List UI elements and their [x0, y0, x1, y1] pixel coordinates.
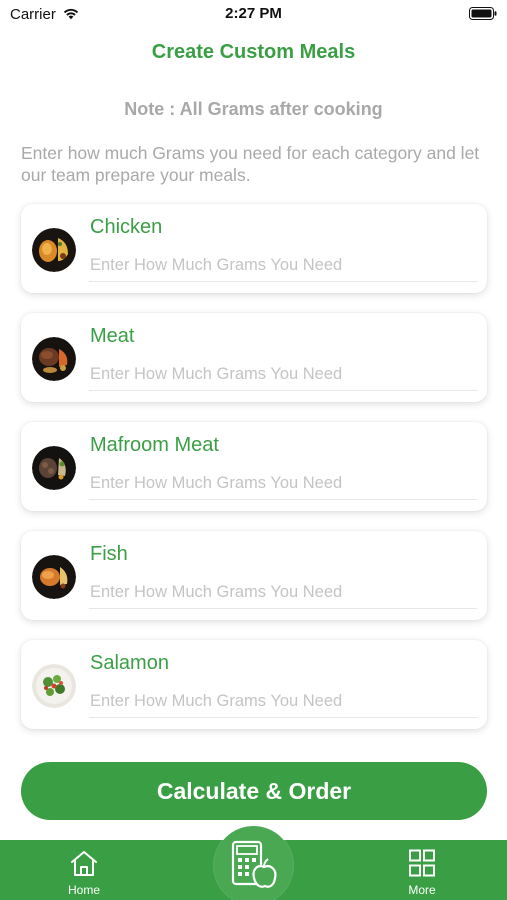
tab-home-label: Home: [67, 883, 100, 897]
tab-home[interactable]: Home: [39, 840, 129, 900]
home-icon: [71, 851, 97, 876]
grams-input-meat[interactable]: [89, 359, 477, 391]
grams-input-fish[interactable]: [89, 577, 477, 609]
category-card-chicken: Chicken: [21, 204, 487, 293]
status-bar: Carrier 2:27 PM: [0, 0, 507, 30]
grid-icon: [409, 849, 435, 877]
intro-text: Enter how much Grams you need for each c…: [21, 143, 480, 185]
note-text: Note : All Grams after cooking: [124, 99, 383, 119]
category-name: Fish: [90, 543, 128, 565]
grams-input-chicken[interactable]: [89, 250, 477, 282]
category-card-meat: Meat: [21, 313, 487, 402]
grams-input-salamon[interactable]: [89, 686, 477, 718]
battery-icon: [469, 7, 497, 20]
fish-dish-image: [32, 555, 76, 599]
status-time: 2:27 PM: [225, 5, 282, 22]
category-name: Chicken: [90, 216, 163, 238]
grams-input-mafroom-meat[interactable]: [89, 468, 477, 500]
mafroom-meat-dish-image: [32, 446, 76, 490]
category-name: Salamon: [90, 652, 169, 674]
meat-dish-image: [32, 337, 76, 381]
salamon-dish-image: [32, 664, 76, 708]
chicken-dish-image: [32, 228, 76, 272]
calculator-tab-button[interactable]: [214, 826, 293, 900]
category-card-salamon: Salamon: [21, 640, 487, 729]
tab-more[interactable]: More: [377, 840, 467, 900]
calculator-apple-icon: [231, 840, 277, 888]
category-name: Meat: [90, 325, 135, 347]
calculate-order-button[interactable]: Calculate & Order: [21, 762, 487, 820]
category-card-mafroom-meat: Mafroom Meat: [21, 422, 487, 511]
page-title: Create Custom Meals: [151, 41, 356, 63]
category-name: Mafroom Meat: [90, 434, 219, 456]
category-card-fish: Fish: [21, 531, 487, 620]
tab-more-label: More: [408, 883, 436, 897]
